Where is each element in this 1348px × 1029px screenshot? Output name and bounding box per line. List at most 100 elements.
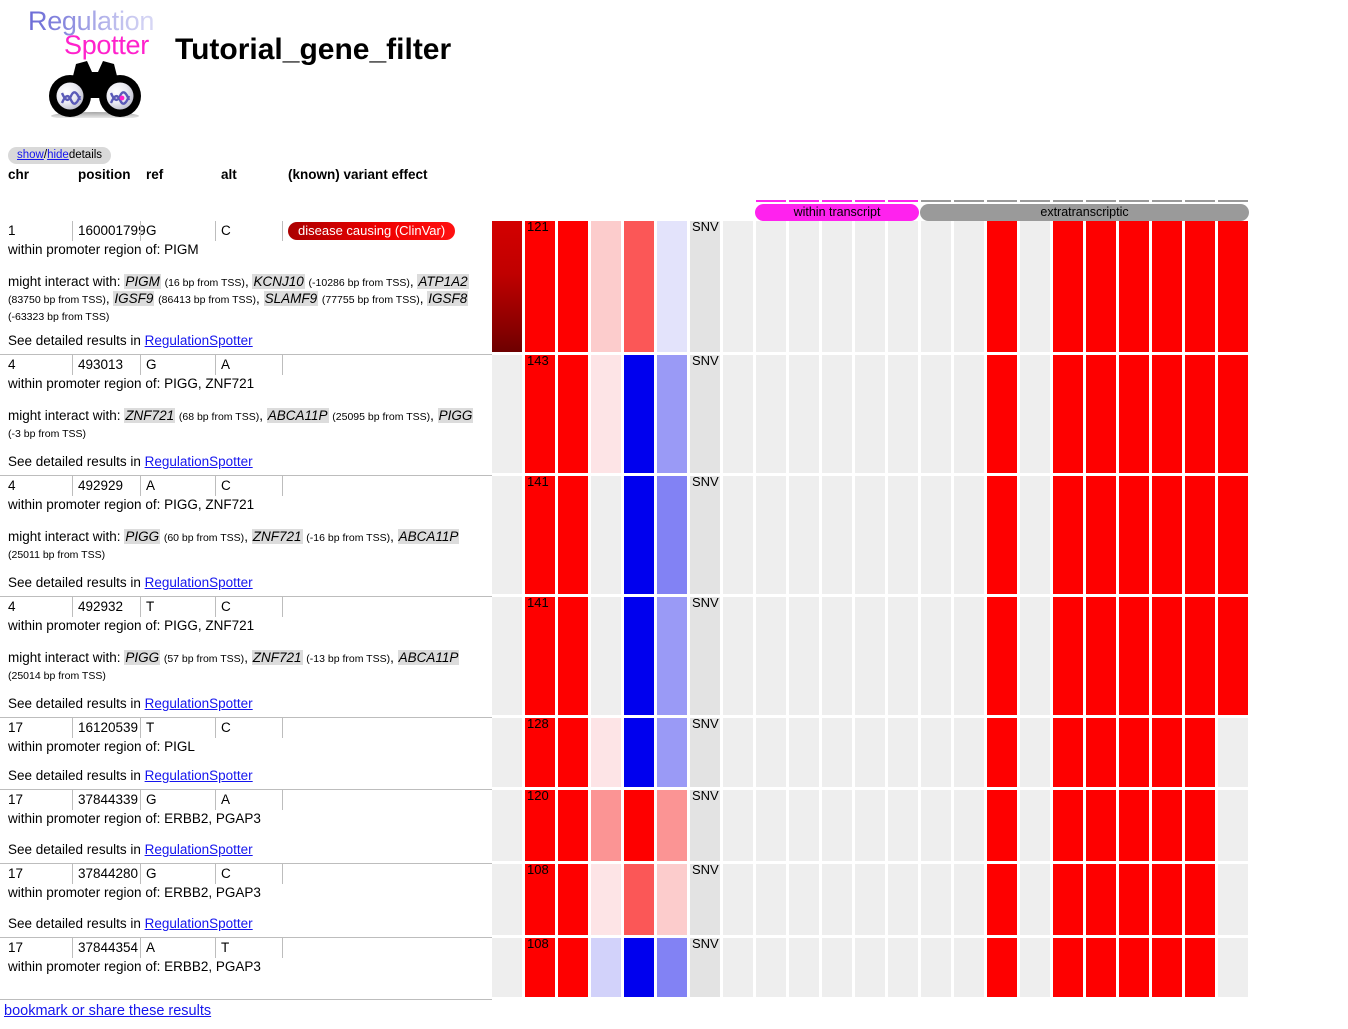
matrix-cell-enhancer[interactable] <box>1020 476 1050 594</box>
matrix-cell-within-tfbs[interactable] <box>1152 864 1182 935</box>
matrix-cell-open-chromatin[interactable] <box>987 864 1017 935</box>
regulationspotter-link[interactable]: RegulationSpotter <box>145 842 253 857</box>
matrix-cell-phastcons[interactable] <box>624 864 654 935</box>
regulationspotter-link[interactable]: RegulationSpotter <box>145 916 253 931</box>
matrix-cell-type[interactable]: SNV <box>690 219 720 352</box>
matrix-cell-region-score[interactable]: 108 <box>525 862 555 935</box>
matrix-cell-region-score[interactable]: 143 <box>525 353 555 473</box>
matrix-cell-amino-acid-substitution-s[interactable] <box>822 790 852 861</box>
matrix-cell-phylop[interactable] <box>591 718 621 787</box>
matrix-cell-polya-signal-changed[interactable] <box>954 221 984 352</box>
matrix-cell-cadd-scaled[interactable] <box>657 718 687 787</box>
matrix-cell-kozak-sequence-altered[interactable] <box>921 597 951 715</box>
matrix-cell-most-severe-result[interactable] <box>492 718 522 787</box>
matrix-cell-cadd-scaled[interactable] <box>657 790 687 861</box>
matrix-cell-polya-signal-changed[interactable] <box>954 476 984 594</box>
matrix-cell-phastcons[interactable] <box>624 718 654 787</box>
matrix-cell-enhancer[interactable] <box>1020 221 1050 352</box>
matrix-cell-enhancer[interactable] <box>1020 718 1050 787</box>
matrix-cell-polya-signal-changed[interactable] <box>954 938 984 997</box>
matrix-cell-homozygous[interactable] <box>723 790 753 861</box>
matrix-cell-polymerase[interactable] <box>1185 221 1215 352</box>
matrix-cell-cadd-scaled[interactable] <box>657 864 687 935</box>
matrix-cell-h3k4me3[interactable] <box>1086 790 1116 861</box>
matrix-cell-variant-frequency[interactable] <box>558 790 588 861</box>
matrix-cell-h3k4me3[interactable] <box>1086 864 1116 935</box>
matrix-cell-within-transcript[interactable] <box>756 355 786 473</box>
matrix-cell-h3k4me3[interactable] <box>1086 221 1116 352</box>
matrix-cell-polymerase[interactable] <box>1185 718 1215 787</box>
matrix-cell-polya-signal-changed[interactable] <box>954 718 984 787</box>
matrix-cell-within-transcript[interactable] <box>756 864 786 935</box>
matrix-cell-type[interactable]: SNV <box>690 936 720 997</box>
matrix-cell-histone-modifications[interactable] <box>1119 938 1149 997</box>
matrix-cell-enhancer[interactable] <box>1020 938 1050 997</box>
matrix-cell-open-chromatin[interactable] <box>987 597 1017 715</box>
matrix-cell-variant-frequency[interactable] <box>558 221 588 352</box>
matrix-cell-type[interactable]: SNV <box>690 595 720 715</box>
matrix-cell-altered-splicing[interactable] <box>888 718 918 787</box>
matrix-cell-phylop[interactable] <box>591 790 621 861</box>
matrix-cell-variant-frequency[interactable] <box>558 864 588 935</box>
matrix-cell-within-protein-domains[interactable] <box>855 597 885 715</box>
matrix-cell-phylop[interactable] <box>591 597 621 715</box>
matrix-cell-genomic-interaction-s[interactable] <box>1218 355 1248 473</box>
matrix-cell-region-score[interactable]: 108 <box>525 936 555 997</box>
matrix-cell-within-tfbs[interactable] <box>1152 476 1182 594</box>
matrix-cell-cadd-scaled[interactable] <box>657 476 687 594</box>
matrix-cell-within-protein-domains[interactable] <box>855 718 885 787</box>
matrix-cell-altered-splicing[interactable] <box>888 938 918 997</box>
matrix-cell-region-score[interactable]: 120 <box>525 788 555 861</box>
matrix-cell-within-tfbs[interactable] <box>1152 790 1182 861</box>
matrix-cell-polymerase[interactable] <box>1185 864 1215 935</box>
matrix-cell-homozygous[interactable] <box>723 355 753 473</box>
matrix-cell-histone-modifications[interactable] <box>1119 476 1149 594</box>
matrix-cell-polymerase[interactable] <box>1185 476 1215 594</box>
matrix-cell-phastcons[interactable] <box>624 221 654 352</box>
regulationspotter-link[interactable]: RegulationSpotter <box>145 454 253 469</box>
matrix-cell-homozygous[interactable] <box>723 476 753 594</box>
matrix-cell-genomic-interaction-s[interactable] <box>1218 790 1248 861</box>
matrix-cell-kozak-sequence-altered[interactable] <box>921 355 951 473</box>
matrix-cell-within-protein-domains[interactable] <box>855 221 885 352</box>
matrix-cell-polya-signal-changed[interactable] <box>954 864 984 935</box>
matrix-cell-open-chromatin[interactable] <box>987 355 1017 473</box>
matrix-cell-within-protein-domains[interactable] <box>855 790 885 861</box>
matrix-cell-phastcons[interactable] <box>624 355 654 473</box>
matrix-cell-altered-splicing[interactable] <box>888 476 918 594</box>
matrix-cell-region-score[interactable]: 128 <box>525 716 555 787</box>
matrix-cell-homozygous[interactable] <box>723 221 753 352</box>
matrix-cell-promoter[interactable] <box>1053 938 1083 997</box>
matrix-cell-genomic-interaction-s[interactable] <box>1218 718 1248 787</box>
matrix-cell-within-protein-domains[interactable] <box>855 938 885 997</box>
matrix-cell-within-transcript[interactable] <box>756 597 786 715</box>
matrix-cell-variant-frequency[interactable] <box>558 597 588 715</box>
matrix-cell-within-tfbs[interactable] <box>1152 597 1182 715</box>
matrix-cell-phylop[interactable] <box>591 221 621 352</box>
matrix-cell-most-severe-result[interactable] <box>492 476 522 594</box>
matrix-cell-frameshift-truncated[interactable] <box>789 476 819 594</box>
matrix-cell-within-transcript[interactable] <box>756 221 786 352</box>
matrix-cell-histone-modifications[interactable] <box>1119 718 1149 787</box>
matrix-cell-phastcons[interactable] <box>624 597 654 715</box>
matrix-cell-promoter[interactable] <box>1053 718 1083 787</box>
matrix-cell-frameshift-truncated[interactable] <box>789 597 819 715</box>
matrix-cell-histone-modifications[interactable] <box>1119 790 1149 861</box>
matrix-cell-homozygous[interactable] <box>723 938 753 997</box>
matrix-cell-histone-modifications[interactable] <box>1119 597 1149 715</box>
regulationspotter-link[interactable]: RegulationSpotter <box>145 333 253 348</box>
matrix-cell-polymerase[interactable] <box>1185 355 1215 473</box>
matrix-cell-altered-splicing[interactable] <box>888 597 918 715</box>
matrix-cell-type[interactable]: SNV <box>690 716 720 787</box>
matrix-cell-promoter[interactable] <box>1053 476 1083 594</box>
matrix-cell-genomic-interaction-s[interactable] <box>1218 597 1248 715</box>
matrix-cell-amino-acid-substitution-s[interactable] <box>822 718 852 787</box>
matrix-cell-amino-acid-substitution-s[interactable] <box>822 476 852 594</box>
matrix-cell-frameshift-truncated[interactable] <box>789 864 819 935</box>
matrix-cell-variant-frequency[interactable] <box>558 718 588 787</box>
matrix-cell-phylop[interactable] <box>591 355 621 473</box>
matrix-cell-cadd-scaled[interactable] <box>657 355 687 473</box>
matrix-cell-region-score[interactable]: 141 <box>525 474 555 594</box>
matrix-cell-h3k4me3[interactable] <box>1086 597 1116 715</box>
matrix-cell-kozak-sequence-altered[interactable] <box>921 864 951 935</box>
